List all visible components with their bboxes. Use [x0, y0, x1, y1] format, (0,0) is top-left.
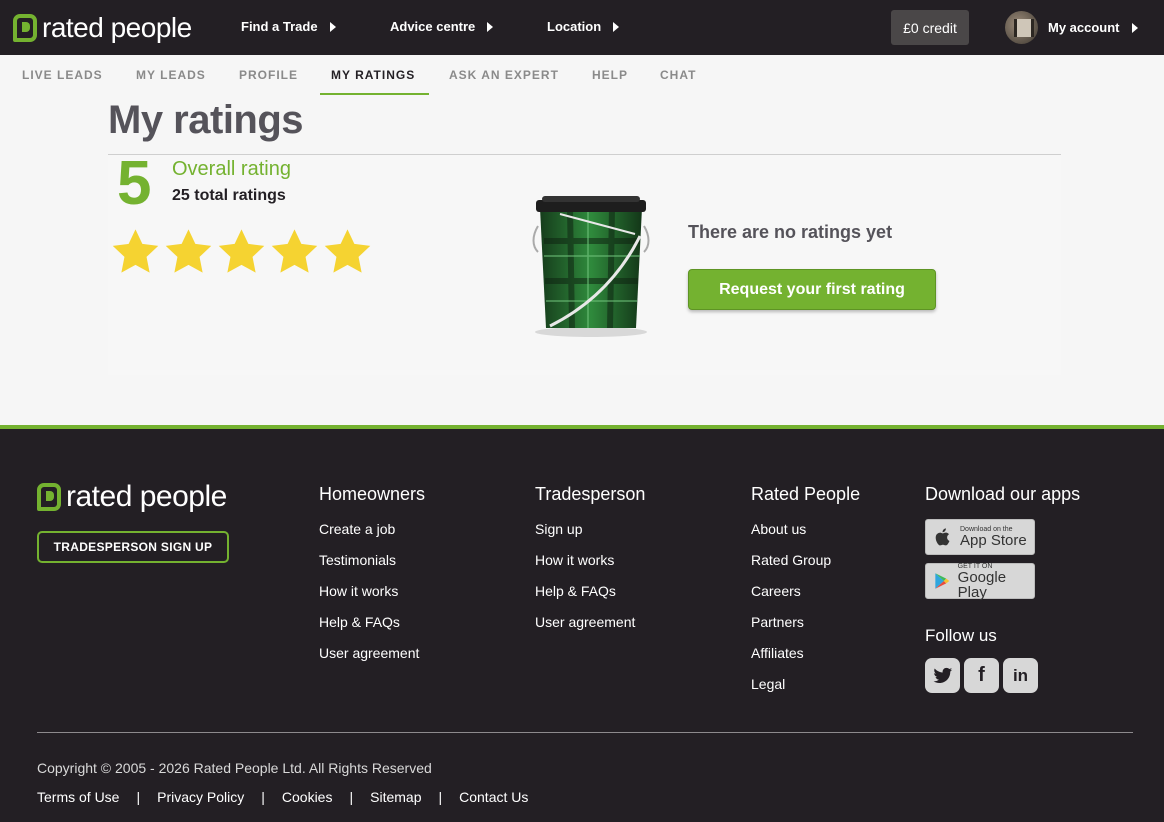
account-menu[interactable]: My account — [1005, 11, 1138, 44]
copyright: Copyright © 2005 - 2026 Rated People Ltd… — [37, 760, 432, 776]
tab-profile[interactable]: PROFILE — [239, 68, 298, 82]
tab-ask-an-expert[interactable]: ASK AN EXPERT — [449, 68, 559, 82]
site-logo[interactable]: rated people — [13, 12, 192, 44]
nav-location[interactable]: Location — [547, 19, 620, 34]
paint-bucket-icon — [532, 196, 650, 337]
separator: | — [438, 789, 443, 805]
footer-heading: Tradesperson — [535, 484, 646, 504]
linkedin-icon[interactable]: in — [1003, 658, 1038, 693]
twitter-icon[interactable] — [925, 658, 960, 693]
account-label: My account — [1048, 20, 1120, 35]
footer-heading: Rated People — [751, 484, 861, 504]
footer-heading: Download our apps — [925, 484, 1081, 504]
sub-navigation: LIVE LEADS MY LEADS PROFILE MY RATINGS A… — [0, 55, 1164, 97]
tradesperson-signup-button[interactable]: TRADESPERSON SIGN UP — [37, 531, 229, 563]
star-icon — [324, 229, 371, 273]
footer-column-rated-people: Rated People About us Rated Group Career… — [751, 484, 860, 700]
star-icon — [218, 229, 265, 273]
no-ratings-message: There are no ratings yet — [688, 222, 893, 242]
footer-column-apps: Download our apps — [925, 484, 1080, 514]
credit-button[interactable]: £0 credit — [891, 10, 969, 45]
google-play-icon — [935, 573, 950, 589]
footer-link[interactable]: Legal — [751, 669, 860, 700]
tab-live-leads[interactable]: LIVE LEADS — [22, 68, 103, 82]
footer-logo[interactable]: rated people — [37, 480, 227, 514]
footer-link[interactable]: Affiliates — [751, 638, 860, 669]
nav-label: Location — [547, 19, 602, 34]
logo-mark-icon — [37, 483, 61, 511]
footer-link[interactable]: About us — [751, 514, 860, 545]
logo-text: rated people — [42, 12, 192, 43]
overall-score: 5 — [117, 149, 152, 218]
footer-link[interactable]: How it works — [319, 576, 425, 607]
tab-my-ratings[interactable]: MY RATINGS — [331, 68, 415, 82]
separator: | — [261, 789, 265, 805]
total-ratings: 25 total ratings — [172, 187, 286, 204]
footer-link[interactable]: Sign up — [535, 514, 645, 545]
star-rating — [109, 226, 374, 279]
logo-text: rated people — [66, 480, 227, 513]
tab-help[interactable]: HELP — [592, 68, 628, 82]
footer-link[interactable]: Help & FAQs — [535, 576, 645, 607]
footer-link[interactable]: Create a job — [319, 514, 425, 545]
separator: | — [136, 789, 141, 805]
follow-us-heading: Follow us — [925, 626, 997, 645]
footer-divider — [37, 732, 1133, 733]
logo-mark-icon — [13, 14, 37, 42]
footer-link[interactable]: Partners — [751, 607, 860, 638]
privacy-link[interactable]: Privacy Policy — [157, 789, 244, 805]
tab-my-leads[interactable]: MY LEADS — [136, 68, 206, 82]
star-icon — [165, 229, 212, 273]
nav-label: Advice centre — [390, 19, 476, 34]
cookies-link[interactable]: Cookies — [282, 789, 333, 805]
nav-find-a-trade[interactable]: Find a Trade — [241, 19, 336, 34]
top-bar: rated people Find a Trade Advice centre … — [0, 0, 1164, 55]
request-first-rating-button[interactable]: Request your first rating — [688, 269, 936, 310]
footer-link[interactable]: Careers — [751, 576, 860, 607]
page-title: My ratings — [108, 98, 304, 142]
tab-chat[interactable]: CHAT — [660, 68, 696, 82]
overall-rating-label: Overall rating — [172, 158, 291, 180]
footer-column-tradesperson: Tradesperson Sign up How it works Help &… — [535, 484, 645, 638]
sitemap-link[interactable]: Sitemap — [370, 789, 421, 805]
avatar — [1005, 11, 1038, 44]
star-icon — [271, 229, 318, 273]
footer-column-homeowners: Homeowners Create a job Testimonials How… — [319, 484, 425, 669]
caret-right-icon — [487, 21, 494, 32]
footer: rated people TRADESPERSON SIGN UP Homeow… — [0, 425, 1164, 822]
footer-link[interactable]: Testimonials — [319, 545, 425, 576]
footer-link[interactable]: How it works — [535, 545, 645, 576]
star-icon — [112, 229, 159, 273]
app-store-big: App Store — [960, 532, 1027, 549]
active-tab-indicator — [320, 93, 429, 95]
terms-link[interactable]: Terms of Use — [37, 789, 119, 805]
caret-right-icon — [329, 21, 336, 32]
google-play-big: Google Play — [957, 568, 1007, 601]
contact-link[interactable]: Contact Us — [459, 789, 528, 805]
apple-icon — [935, 528, 950, 546]
caret-right-icon — [613, 21, 620, 32]
nav-advice-centre[interactable]: Advice centre — [390, 19, 494, 34]
footer-link[interactable]: Rated Group — [751, 545, 860, 576]
footer-link[interactable]: Help & FAQs — [319, 607, 425, 638]
footer-link[interactable]: User agreement — [535, 607, 645, 638]
footer-heading: Homeowners — [319, 484, 426, 504]
nav-label: Find a Trade — [241, 19, 318, 34]
separator: | — [349, 789, 354, 805]
caret-right-icon — [1131, 22, 1138, 33]
facebook-icon[interactable]: f — [964, 658, 999, 693]
google-play-button[interactable]: GET IT ON Google Play — [925, 563, 1035, 601]
footer-link[interactable]: User agreement — [319, 638, 425, 669]
legal-links: Terms of Use | Privacy Policy | Cookies … — [37, 789, 528, 805]
app-store-button[interactable]: Download on the App Store — [925, 519, 1035, 555]
